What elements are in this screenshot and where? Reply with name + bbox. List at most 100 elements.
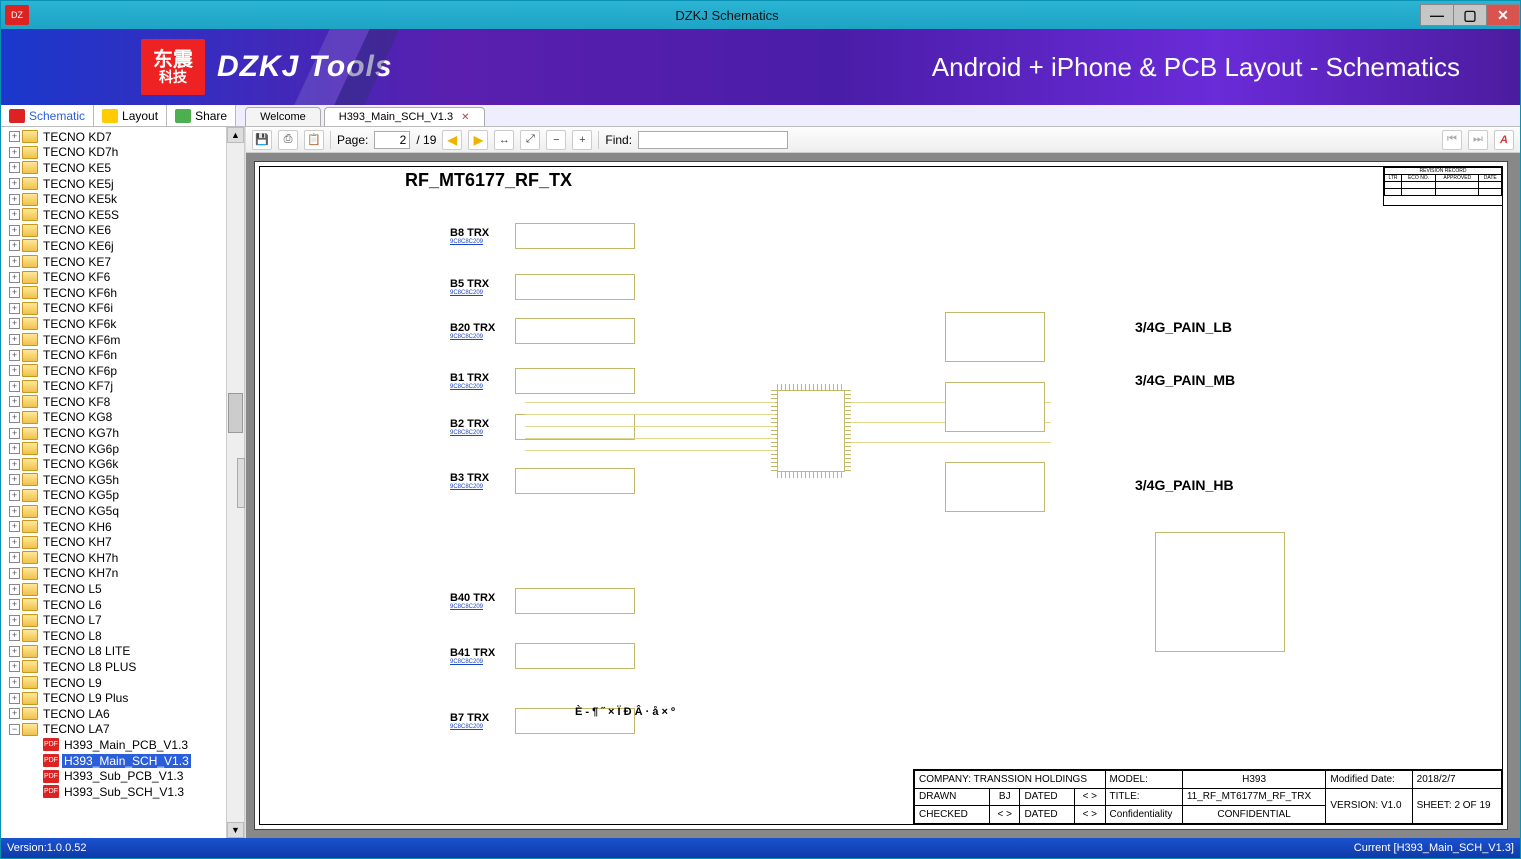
- tree-file[interactable]: PDFH393_Sub_SCH_V1.3: [3, 784, 226, 800]
- page-input[interactable]: [374, 131, 410, 149]
- tree-folder[interactable]: +TECNO KG5q: [3, 503, 226, 519]
- tree-folder[interactable]: +TECNO L8: [3, 628, 226, 644]
- expand-icon[interactable]: +: [9, 599, 20, 610]
- zoom-in-button[interactable]: +: [572, 130, 592, 150]
- tree-folder[interactable]: +TECNO KF6k: [3, 316, 226, 332]
- expand-icon[interactable]: +: [9, 443, 20, 454]
- tree-folder[interactable]: +TECNO L6: [3, 597, 226, 613]
- expand-icon[interactable]: +: [9, 209, 20, 220]
- tree-folder[interactable]: +TECNO KF6h: [3, 285, 226, 301]
- tree-folder[interactable]: +TECNO L9 Plus: [3, 690, 226, 706]
- expand-icon[interactable]: +: [9, 303, 20, 314]
- expand-icon[interactable]: +: [9, 256, 20, 267]
- tree-folder[interactable]: +TECNO KF6i: [3, 301, 226, 317]
- expand-icon[interactable]: +: [9, 162, 20, 173]
- file-tree[interactable]: +TECNO KD7+TECNO KD7h+TECNO KE5+TECNO KE…: [1, 127, 226, 838]
- fit-page-button[interactable]: ⤢: [520, 130, 540, 150]
- expand-icon[interactable]: +: [9, 147, 20, 158]
- tab-layout[interactable]: Layout: [94, 105, 167, 126]
- doc-tab-1[interactable]: H393_Main_SCH_V1.3✕: [324, 107, 485, 126]
- tab-share[interactable]: Share: [167, 105, 236, 126]
- expand-icon[interactable]: +: [9, 615, 20, 626]
- tree-folder[interactable]: +TECNO KF6m: [3, 332, 226, 348]
- tree-folder[interactable]: +TECNO L7: [3, 612, 226, 628]
- text-style-button[interactable]: A: [1494, 130, 1514, 150]
- copy-button[interactable]: 📋: [304, 130, 324, 150]
- expand-icon[interactable]: +: [9, 428, 20, 439]
- scroll-up-button[interactable]: ▲: [227, 127, 244, 143]
- tree-folder[interactable]: +TECNO KE6: [3, 223, 226, 239]
- scroll-down-button[interactable]: ▼: [227, 822, 244, 838]
- tree-folder[interactable]: +TECNO KF8: [3, 394, 226, 410]
- tree-folder[interactable]: +TECNO KH7n: [3, 566, 226, 582]
- tree-file[interactable]: PDFH393_Main_PCB_V1.3: [3, 737, 226, 753]
- find-input[interactable]: [638, 131, 788, 149]
- expand-icon[interactable]: +: [9, 630, 20, 641]
- tree-file[interactable]: PDFH393_Main_SCH_V1.3: [3, 753, 226, 769]
- expand-icon[interactable]: +: [9, 194, 20, 205]
- tree-folder[interactable]: +TECNO KE5k: [3, 191, 226, 207]
- tree-folder[interactable]: +TECNO KE5: [3, 160, 226, 176]
- fit-width-button[interactable]: ↔: [494, 130, 514, 150]
- expand-icon[interactable]: +: [9, 287, 20, 298]
- tree-folder[interactable]: +TECNO KE5S: [3, 207, 226, 223]
- expand-icon[interactable]: +: [9, 131, 20, 142]
- expand-icon[interactable]: +: [9, 661, 20, 672]
- titlebar[interactable]: DZ DZKJ Schematics — ▢ ✕: [1, 1, 1520, 29]
- scroll-thumb[interactable]: [228, 393, 243, 433]
- tree-folder[interactable]: +TECNO KF6: [3, 269, 226, 285]
- save-button[interactable]: 💾: [252, 130, 272, 150]
- print-button[interactable]: ⎙: [278, 130, 298, 150]
- doc-tab-0[interactable]: Welcome: [245, 107, 321, 126]
- find-prev-button[interactable]: ⏮: [1442, 130, 1462, 150]
- expand-icon[interactable]: +: [9, 459, 20, 470]
- expand-icon[interactable]: +: [9, 584, 20, 595]
- page-next-button[interactable]: ▶: [468, 130, 488, 150]
- tab-schematic[interactable]: Schematic: [1, 105, 94, 126]
- expand-icon[interactable]: +: [9, 318, 20, 329]
- maximize-button[interactable]: ▢: [1453, 4, 1487, 26]
- tree-folder[interactable]: +TECNO L8 PLUS: [3, 659, 226, 675]
- expand-icon[interactable]: +: [9, 365, 20, 376]
- tree-folder[interactable]: +TECNO LA6: [3, 706, 226, 722]
- expand-icon[interactable]: +: [9, 225, 20, 236]
- expand-icon[interactable]: +: [9, 568, 20, 579]
- expand-icon[interactable]: +: [9, 474, 20, 485]
- expand-icon[interactable]: +: [9, 552, 20, 563]
- splitter[interactable]: [237, 458, 245, 508]
- schematic-page[interactable]: RF_MT6177_RF_TX B8 TRX9C8C8C209B5 TRX9C8…: [254, 161, 1508, 830]
- tree-folder[interactable]: +TECNO KE7: [3, 254, 226, 270]
- tree-folder[interactable]: +TECNO L8 LITE: [3, 644, 226, 660]
- expand-icon[interactable]: +: [9, 350, 20, 361]
- tree-folder[interactable]: +TECNO KF6p: [3, 363, 226, 379]
- tree-folder[interactable]: +TECNO KG5h: [3, 472, 226, 488]
- close-icon[interactable]: ✕: [461, 112, 469, 123]
- minimize-button[interactable]: —: [1420, 4, 1454, 26]
- expand-icon[interactable]: +: [9, 677, 20, 688]
- find-next-button[interactable]: ⏭: [1468, 130, 1488, 150]
- expand-icon[interactable]: +: [9, 381, 20, 392]
- tree-folder[interactable]: +TECNO KH7: [3, 534, 226, 550]
- expand-icon[interactable]: +: [9, 412, 20, 423]
- tree-folder[interactable]: +TECNO KD7: [3, 129, 226, 145]
- tree-folder[interactable]: +TECNO KH6: [3, 519, 226, 535]
- tree-folder[interactable]: +TECNO KG6k: [3, 456, 226, 472]
- expand-icon[interactable]: +: [9, 506, 20, 517]
- tree-folder[interactable]: +TECNO KF7j: [3, 379, 226, 395]
- page-prev-button[interactable]: ◀: [442, 130, 462, 150]
- tree-folder[interactable]: +TECNO KE5j: [3, 176, 226, 192]
- tree-folder[interactable]: +TECNO KH7h: [3, 550, 226, 566]
- expand-icon[interactable]: +: [9, 334, 20, 345]
- tree-folder[interactable]: +TECNO L5: [3, 581, 226, 597]
- zoom-out-button[interactable]: −: [546, 130, 566, 150]
- expand-icon[interactable]: +: [9, 272, 20, 283]
- collapse-icon[interactable]: −: [9, 724, 20, 735]
- expand-icon[interactable]: +: [9, 490, 20, 501]
- expand-icon[interactable]: +: [9, 178, 20, 189]
- tree-folder[interactable]: +TECNO KD7h: [3, 145, 226, 161]
- tree-file[interactable]: PDFH393_Sub_PCB_V1.3: [3, 768, 226, 784]
- expand-icon[interactable]: +: [9, 646, 20, 657]
- close-button[interactable]: ✕: [1486, 4, 1520, 26]
- tree-folder-open[interactable]: −TECNO LA7: [3, 722, 226, 738]
- tree-folder[interactable]: +TECNO KG5p: [3, 488, 226, 504]
